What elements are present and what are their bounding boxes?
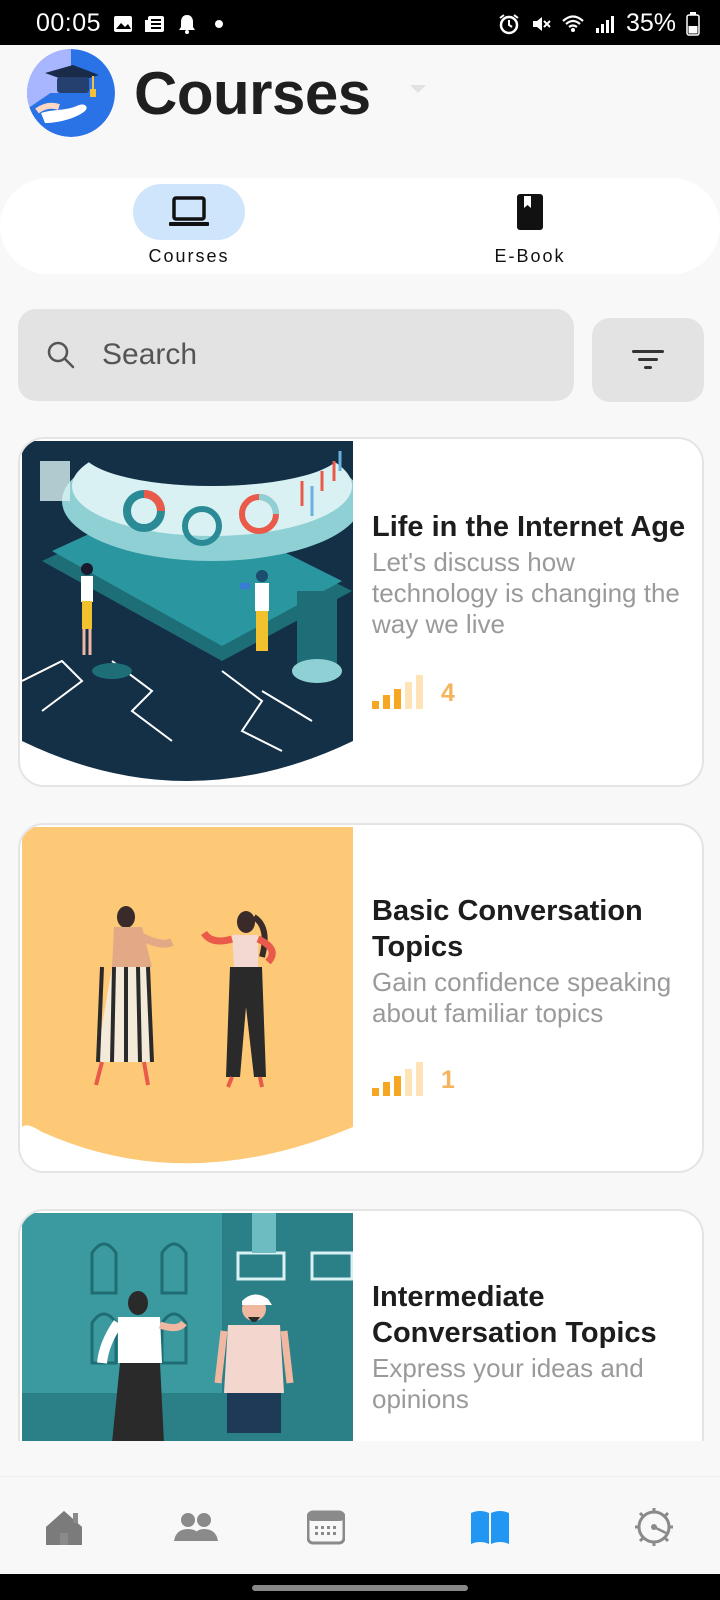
status-time: 00:05 <box>36 9 102 37</box>
course-description: Express your ideas and opinions <box>372 1353 644 1414</box>
wifi-icon <box>562 14 584 32</box>
tab-courses-icon-wrap <box>133 184 245 240</box>
nav-calendar[interactable] <box>298 1499 354 1555</box>
course-level: 1 <box>441 1066 455 1094</box>
calendar-icon <box>307 1510 345 1545</box>
mute-icon <box>532 16 551 31</box>
dot-icon <box>215 20 223 28</box>
course-card-intermediate-conversation[interactable]: Intermediate Conversation Topics Express… <box>18 1209 704 1441</box>
tab-courses[interactable]: Courses <box>89 178 289 274</box>
tab-ebook-label: E-Book <box>494 246 566 266</box>
page-title: Courses <box>134 60 371 127</box>
course-card-internet-age[interactable]: Life in the Internet Age Let's discuss h… <box>18 437 704 787</box>
course-body-intermediate-conversation: Intermediate Conversation Topics Express… <box>372 1279 702 1415</box>
level-bars-icon <box>372 675 423 709</box>
battery-icon <box>686 11 700 36</box>
nav-settings[interactable] <box>626 1499 682 1555</box>
people-icon <box>174 1513 218 1541</box>
course-title: Basic Conversation Topics <box>372 895 643 963</box>
course-body-basic-conversation: Basic Conversation Topics Gain confidenc… <box>372 893 702 1029</box>
tab-ebook[interactable]: E-Book <box>430 178 630 274</box>
chevron-down-icon[interactable] <box>410 85 426 93</box>
course-image-intermediate-conversation <box>22 1213 353 1441</box>
course-card-basic-conversation[interactable]: Basic Conversation Topics Gain confidenc… <box>18 823 704 1173</box>
news-icon <box>145 16 164 32</box>
search-box <box>18 309 574 401</box>
status-right: 35% <box>498 9 700 38</box>
home-gesture-bar[interactable] <box>252 1585 468 1591</box>
laptop-icon <box>169 196 209 226</box>
tab-courses-label: Courses <box>148 246 230 266</box>
nav-community[interactable] <box>168 1499 224 1555</box>
search-icon <box>47 341 75 369</box>
bell-icon <box>179 15 195 34</box>
app-header: Courses <box>0 45 720 175</box>
gallery-icon <box>114 16 132 32</box>
level-bars-icon <box>372 1062 423 1096</box>
graduation-cap-icon <box>27 49 115 137</box>
course-title: Intermediate Conversation Topics <box>372 1281 657 1349</box>
course-description: Gain confidence speaking about familiar … <box>372 967 672 1028</box>
course-image-internet-age <box>22 441 353 785</box>
app-logo <box>27 49 115 137</box>
top-tab-bar: Courses E-Book <box>0 178 720 274</box>
battery-percent: 35% <box>625 9 676 37</box>
signal-icon <box>595 15 614 33</box>
search-input[interactable] <box>102 331 542 379</box>
book-icon <box>517 194 543 230</box>
course-image-basic-conversation <box>22 827 353 1171</box>
notification-icons <box>112 13 230 35</box>
course-body-internet-age: Life in the Internet Age Let's discuss h… <box>372 509 702 640</box>
settings-gear-icon <box>635 1508 673 1546</box>
bottom-navigation <box>0 1476 720 1574</box>
course-level: 4 <box>441 679 455 707</box>
nav-courses[interactable] <box>462 1499 518 1555</box>
filter-icon <box>632 350 664 369</box>
nav-home[interactable] <box>36 1499 92 1555</box>
course-description: Let's discuss how technology is changing… <box>372 547 680 639</box>
alarm-icon <box>499 13 519 34</box>
tab-ebook-icon-wrap <box>474 184 586 240</box>
course-title: Life in the Internet Age <box>372 511 686 543</box>
gesture-area <box>0 1574 720 1600</box>
status-bar: 00:05 35% <box>0 0 720 45</box>
home-icon <box>46 1511 82 1545</box>
open-book-icon <box>471 1511 509 1544</box>
filter-button[interactable] <box>592 318 704 402</box>
